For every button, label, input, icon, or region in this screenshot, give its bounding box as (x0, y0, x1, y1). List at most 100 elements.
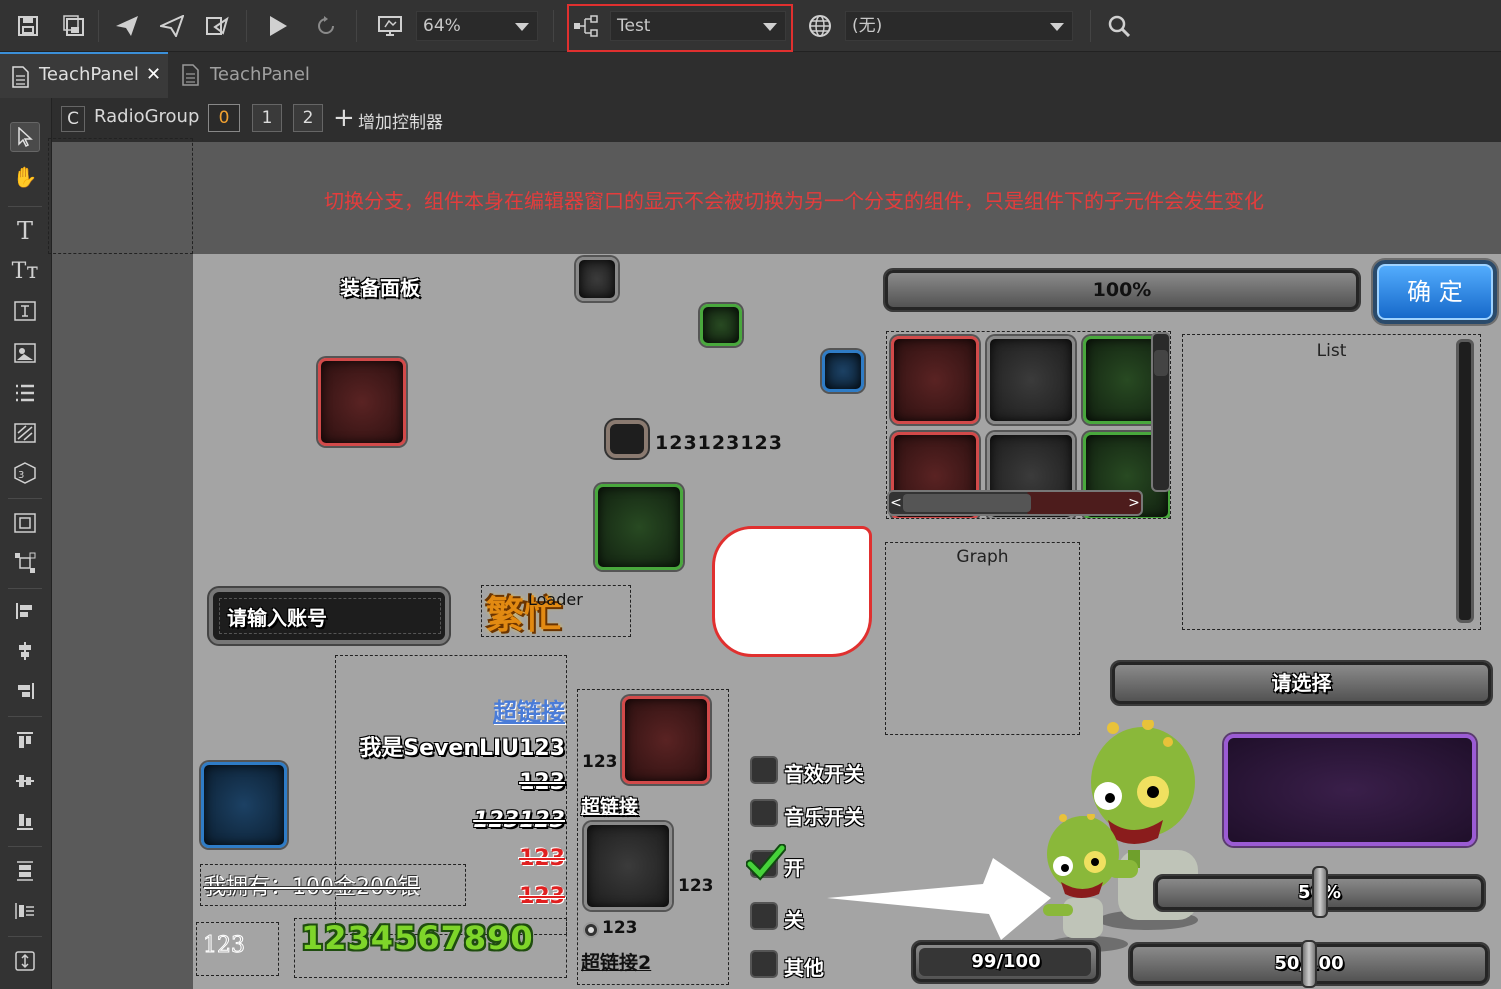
tool-strip: ✋ T Tт 3 (0, 98, 52, 989)
component-icon[interactable] (10, 508, 40, 538)
select-combobox[interactable]: 请选择 (1110, 660, 1493, 706)
device-preview-icon[interactable] (376, 12, 404, 40)
item-slot-red[interactable] (318, 358, 406, 446)
play-icon[interactable] (264, 12, 292, 40)
scrollbar-thumb[interactable] (903, 494, 1031, 512)
progress-label: 100% (1092, 279, 1152, 301)
item-button-dark[interactable] (584, 822, 672, 910)
checkbox-label: 开 (784, 856, 804, 880)
controller-page-1[interactable]: 1 (252, 104, 282, 132)
radio-button[interactable] (583, 922, 599, 938)
purple-panel (1224, 734, 1476, 846)
slider-thumb[interactable] (1311, 866, 1328, 918)
progress-bar-hp: 99/100 (911, 940, 1101, 984)
horizontal-scrollbar[interactable]: < > (887, 490, 1143, 516)
hyperlink[interactable]: 超链接 (581, 792, 638, 819)
branch-icon (572, 12, 600, 40)
item-slot-green[interactable] (595, 484, 683, 570)
checkbox-other[interactable] (750, 950, 778, 978)
controller-name[interactable]: RadioGroup (94, 106, 199, 127)
plus-icon[interactable]: + (333, 104, 355, 132)
scrollbar-thumb[interactable] (1154, 350, 1168, 376)
item-grid-list[interactable]: < > (886, 331, 1171, 519)
icon-number: 123123123 (655, 432, 783, 454)
item-button-red[interactable] (622, 696, 710, 784)
item-slot-small-green[interactable] (700, 304, 742, 346)
input-text-icon[interactable] (10, 296, 40, 326)
language-select-value: (无) (852, 16, 883, 36)
language-select[interactable]: (无) (845, 11, 1073, 41)
chevron-right-icon[interactable]: > (1127, 492, 1141, 514)
publish-settings-icon[interactable] (203, 12, 231, 40)
item-slot-small-blue[interactable] (822, 350, 864, 392)
transform-icon[interactable] (10, 548, 40, 578)
save-icon[interactable] (14, 12, 42, 40)
main-toolbar: 64% Test (无) (0, 0, 1501, 52)
zombie-image-small (1043, 814, 1128, 952)
controller-page-0[interactable]: 0 (208, 104, 240, 132)
align-left-icon[interactable] (10, 726, 40, 756)
align-top-icon[interactable] (10, 596, 40, 626)
stage-panel: 装备面板 123123123 100% 确 定 < > List Graph 请… (193, 254, 1501, 989)
zoom-select[interactable]: 64% (416, 11, 538, 41)
radio-label: 123 (602, 918, 638, 938)
checkbox-label: 音乐开关 (784, 805, 864, 829)
tab-label: TeachPanel (210, 64, 310, 85)
green-number: 1234567890 (301, 919, 534, 957)
hyperlink[interactable]: 超链接2 (581, 948, 651, 975)
text-icon[interactable]: T (10, 216, 40, 246)
grid-slot[interactable] (987, 336, 1075, 424)
distribute-vertical-icon[interactable] (10, 856, 40, 886)
checkbox-label: 音效开关 (784, 762, 864, 786)
document-icon (181, 52, 199, 104)
confirm-button[interactable]: 确 定 (1373, 260, 1497, 324)
3d-icon[interactable]: 3 (10, 458, 40, 488)
search-icon[interactable] (1105, 12, 1133, 40)
hand-icon[interactable]: ✋ (10, 162, 40, 192)
align-right-icon[interactable] (10, 676, 40, 706)
image-icon[interactable] (10, 338, 40, 368)
loader-component: 繁忙 Loader (481, 585, 631, 637)
bitmap-font-bounds: 123 (196, 922, 279, 976)
close-icon[interactable]: ✕ (146, 52, 161, 98)
checkbox-label: 其他 (784, 956, 824, 980)
button-group: 123 超链接 123 123 超链接2 (577, 689, 729, 985)
chevron-left-icon[interactable]: < (889, 492, 903, 514)
ownership-text-bounds: 我拥有：100金200银 (200, 864, 466, 906)
publish-all-icon[interactable] (158, 12, 186, 40)
tab-teachpanel[interactable]: TeachPanel (170, 52, 340, 98)
refresh-icon[interactable] (312, 12, 340, 40)
controller-page-2[interactable]: 2 (293, 104, 323, 132)
grid-slot[interactable] (891, 336, 979, 424)
checkbox-off[interactable] (750, 902, 778, 930)
checkbox-sound[interactable] (750, 756, 778, 784)
rich-text-red: 123 (519, 884, 565, 909)
hyperlink[interactable]: 超链接 (493, 692, 565, 727)
branch-select[interactable]: Test (610, 11, 786, 41)
rich-text-icon[interactable]: Tт (10, 256, 40, 286)
slider-thumb[interactable] (1301, 940, 1317, 988)
select-arrow-icon[interactable] (10, 122, 40, 152)
item-slot-blue[interactable] (201, 762, 287, 848)
publish-icon[interactable] (113, 12, 141, 40)
align-middle-icon[interactable] (10, 766, 40, 796)
list-icon[interactable] (10, 378, 40, 408)
checkbox-music[interactable] (750, 799, 778, 827)
rich-text-line: 我是SevenLIU123 (359, 736, 565, 761)
account-input[interactable]: 请输入账号 (209, 588, 449, 644)
loader-icon[interactable] (10, 418, 40, 448)
green-number-bounds: 1234567890 (294, 918, 567, 978)
align-center-icon[interactable] (10, 636, 40, 666)
align-bottom-icon[interactable] (10, 806, 40, 836)
save-all-icon[interactable] (60, 12, 88, 40)
list-scrollbar[interactable] (1456, 339, 1474, 623)
tab-teachpanel-active[interactable]: TeachPanel ✕ (0, 52, 168, 98)
checkbox-on[interactable] (746, 844, 786, 881)
fit-size-icon[interactable] (10, 946, 40, 976)
list-component[interactable]: List (1182, 334, 1481, 630)
add-controller-button[interactable]: 增加控制器 (358, 108, 443, 133)
account-input-placeholder: 请输入账号 (227, 606, 327, 630)
item-slot-small-dark[interactable] (576, 257, 618, 301)
vertical-scrollbar[interactable] (1151, 332, 1170, 492)
distribute-horizontal-icon[interactable] (10, 896, 40, 926)
